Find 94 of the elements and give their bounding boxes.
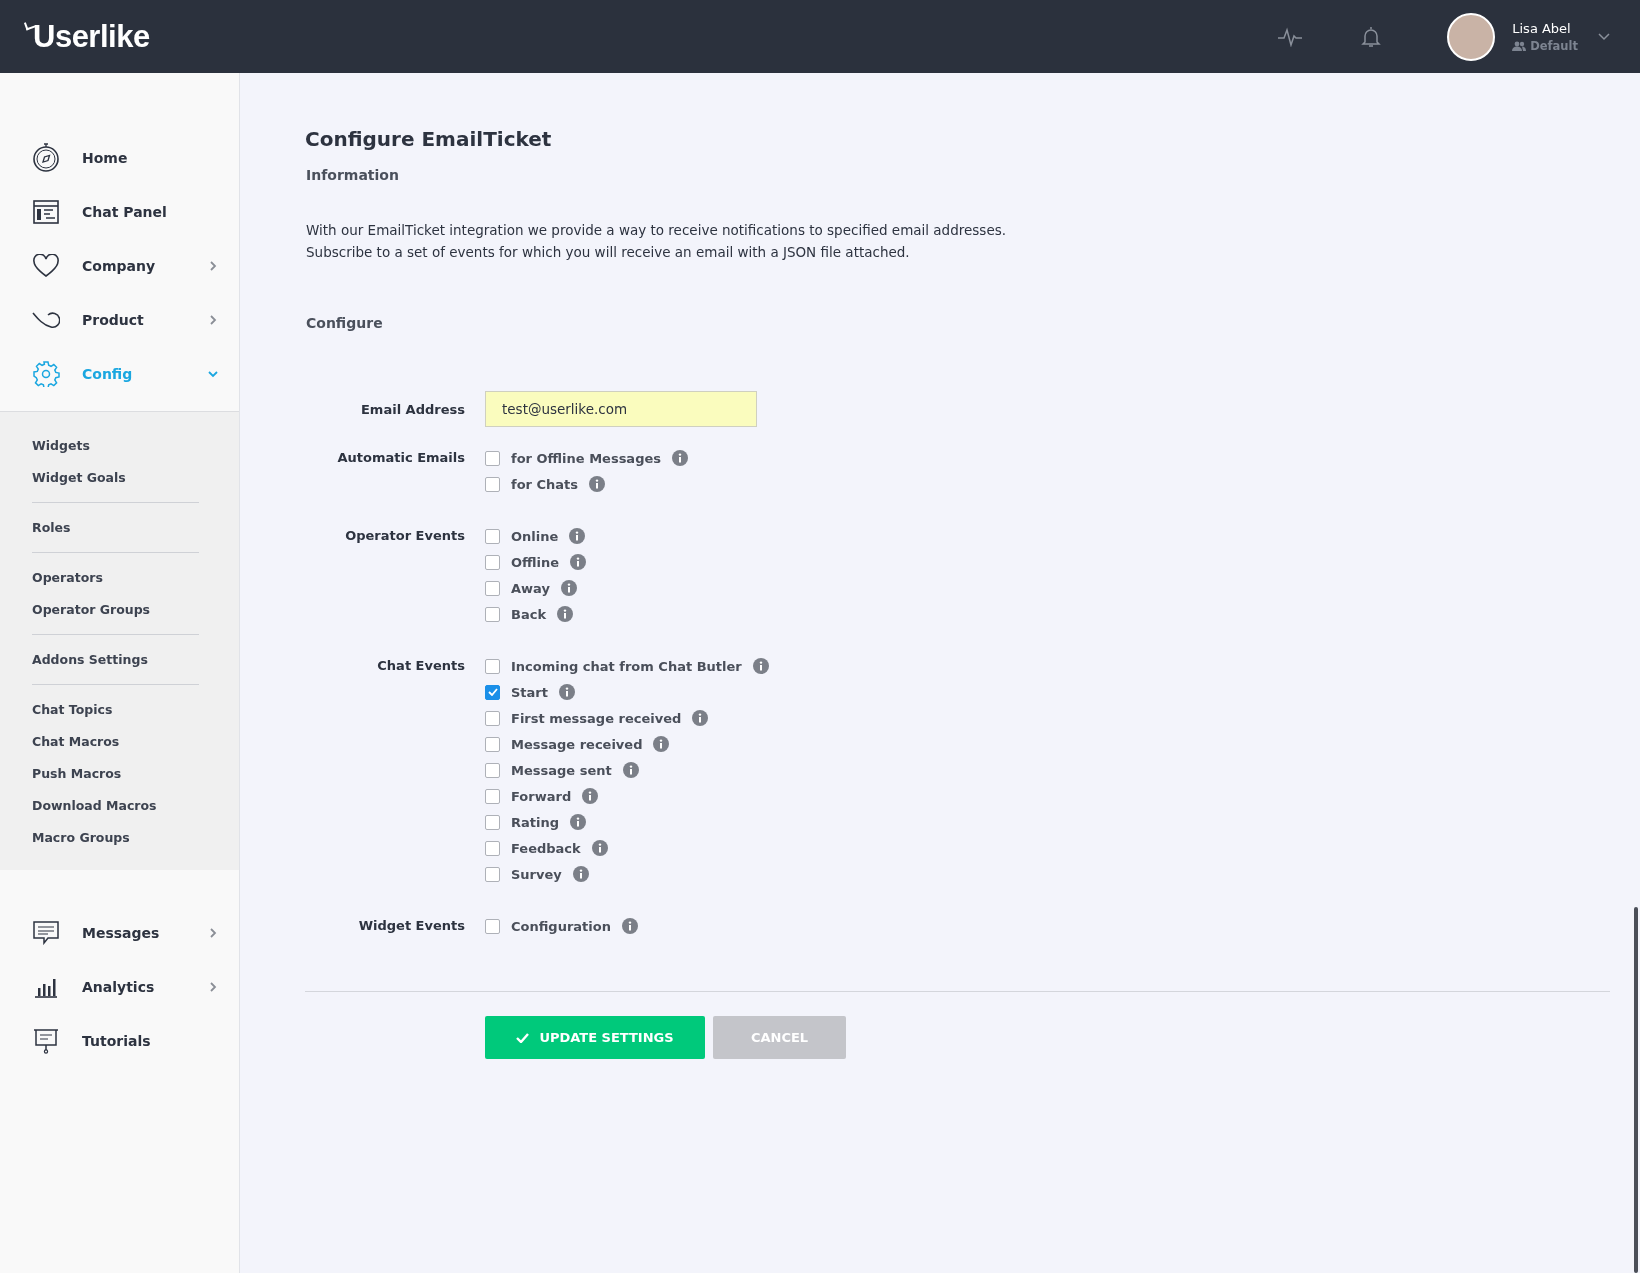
checkbox[interactable] [485, 554, 500, 570]
window-icon [32, 200, 60, 224]
checkbox-label[interactable]: Offline [511, 554, 560, 570]
presentation-icon [32, 1028, 60, 1054]
info-icon[interactable] [621, 918, 638, 934]
checkbox[interactable] [485, 788, 500, 804]
info-icon[interactable] [582, 788, 599, 804]
nav-item[interactable]: Analytics [0, 960, 239, 1014]
checkbox[interactable] [485, 736, 500, 752]
email-field[interactable]: test@userlike.com [485, 391, 757, 427]
info-icon[interactable] [557, 606, 574, 622]
settings-icon [32, 361, 60, 387]
checkbox[interactable] [485, 866, 500, 882]
submenu-item[interactable]: Operator Groups [32, 594, 239, 626]
description-text: Subscribe to a set of events for which you will receive an email with a JSON file attached. [306, 243, 911, 262]
submenu-item[interactable]: Widget Goals [32, 462, 239, 494]
logo[interactable]: Userlike [25, 18, 150, 55]
checkbox-label[interactable]: Feedback [511, 840, 581, 856]
submenu-item[interactable]: Widgets [32, 430, 239, 462]
bell-icon[interactable] [1359, 24, 1384, 49]
info-icon[interactable] [559, 684, 575, 700]
checkbox-label[interactable]: for Offline Messages [511, 450, 661, 466]
checkbox[interactable] [485, 684, 500, 700]
scrollbar[interactable] [1634, 907, 1638, 1273]
nav-item[interactable]: Home [0, 131, 239, 185]
info-icon[interactable] [589, 476, 606, 492]
checkbox[interactable] [485, 918, 500, 934]
nav-item[interactable]: Product [0, 293, 239, 347]
info-icon[interactable] [672, 450, 688, 466]
field-label: Automatic Emails [336, 449, 465, 467]
info-icon[interactable] [752, 658, 769, 674]
nav-item[interactable]: Chat Panel [0, 185, 239, 239]
checkbox-label[interactable]: Away [511, 580, 550, 596]
submenu-item[interactable]: Chat Topics [32, 694, 239, 726]
section-heading: Information [306, 167, 400, 183]
info-icon[interactable] [560, 580, 577, 596]
checkbox[interactable] [485, 528, 500, 544]
info-icon[interactable] [570, 554, 587, 570]
chevron-down-icon[interactable] [1598, 32, 1610, 41]
field-label: Email Address [360, 401, 465, 417]
info-icon[interactable] [569, 528, 586, 544]
submenu-item[interactable]: Operators [32, 562, 239, 594]
description-text: With our EmailTicket integration we provide a way to receive notifications to specified email addresses. [306, 221, 1008, 240]
submenu-item[interactable]: Addons Settings [32, 644, 239, 676]
info-icon[interactable] [591, 840, 608, 856]
checkbox-label[interactable]: Survey [511, 866, 562, 882]
checkbox[interactable] [485, 710, 500, 726]
field-label: Operator Events [344, 527, 465, 545]
user-group: Default [1512, 38, 1578, 53]
checkbox-label[interactable]: Message sent [511, 762, 612, 778]
users-icon [1512, 40, 1527, 51]
checkbox[interactable] [485, 476, 500, 492]
field-label: Widget Events [357, 917, 465, 935]
checkbox[interactable] [485, 580, 500, 596]
bar-chart-icon [32, 976, 60, 998]
message-icon [32, 921, 60, 945]
checkbox[interactable] [485, 658, 500, 674]
checkbox-label[interactable]: Start [511, 684, 548, 700]
submenu-item[interactable]: Chat Macros [32, 726, 239, 758]
page-title: Configure EmailTicket [305, 127, 553, 151]
activity-icon[interactable] [1277, 26, 1304, 47]
checkbox[interactable] [485, 450, 500, 466]
curve-icon [32, 310, 60, 330]
checkbox-label[interactable]: Forward [511, 788, 572, 804]
nav-item[interactable]: Company [0, 239, 239, 293]
user-name: Lisa Abel [1512, 20, 1572, 36]
checkbox[interactable] [485, 606, 500, 622]
nav-item[interactable]: Tutorials [0, 1014, 239, 1068]
checkbox-label[interactable]: Back [511, 606, 547, 622]
checkbox-label[interactable]: First message received [511, 710, 682, 726]
submenu-item[interactable]: Roles [32, 512, 239, 544]
info-icon[interactable] [653, 736, 670, 752]
submenu-item[interactable]: Macro Groups [32, 822, 239, 854]
checkbox-label[interactable]: Online [511, 528, 559, 544]
submenu-item[interactable]: Push Macros [32, 758, 239, 790]
nav-item[interactable]: Messages [0, 906, 239, 960]
checkbox-label[interactable]: Rating [511, 814, 559, 830]
checkbox[interactable] [485, 814, 500, 830]
checkbox[interactable] [485, 840, 500, 856]
info-icon[interactable] [572, 866, 589, 882]
checkbox-label[interactable]: Configuration [511, 918, 611, 934]
heart-icon [32, 254, 60, 278]
submenu-item[interactable]: Download Macros [32, 790, 239, 822]
compass-icon [32, 143, 60, 173]
info-icon[interactable] [692, 710, 709, 726]
checkbox-label[interactable]: for Chats [511, 476, 579, 492]
section-heading: Configure [306, 315, 384, 331]
field-label: Chat Events [376, 657, 465, 675]
checkmark-icon [516, 1032, 530, 1043]
info-icon[interactable] [622, 762, 639, 778]
info-icon[interactable] [570, 814, 586, 830]
checkbox-label[interactable]: Incoming chat from Chat Butler [511, 658, 742, 674]
checkbox-label[interactable]: Message received [511, 736, 643, 752]
checkbox[interactable] [485, 762, 500, 778]
